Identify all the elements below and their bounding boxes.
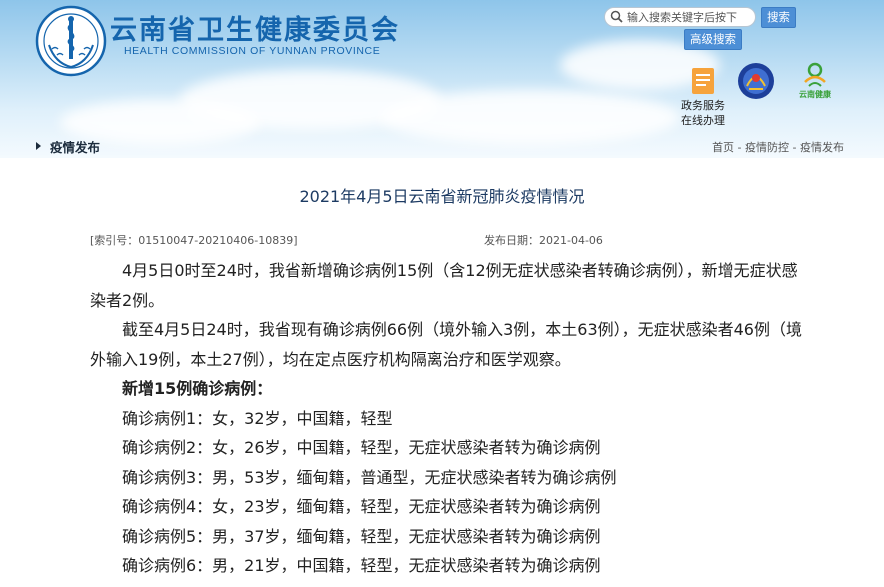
search-input[interactable]	[627, 9, 751, 25]
case-item: 确诊病例3：男，53岁，缅甸籍，普通型，无症状感染者转为确诊病例	[122, 467, 617, 487]
index-number: [索引号：01510047-20210406-10839]	[90, 234, 298, 247]
site-title: 云南省卫生健康委员会	[110, 15, 400, 46]
article-body: 4月5日0时至24时，我省新增确诊病例15例（含12例无症状感染者转确诊病例），…	[90, 256, 810, 581]
breadcrumb: 首页 - 疫情防控 - 疫情发布	[712, 141, 844, 154]
gov-service-link[interactable]: 政务服务在线办理	[680, 66, 726, 128]
case-item: 确诊病例4：女，23岁，缅甸籍，轻型，无症状感染者转为确诊病例	[122, 497, 601, 516]
nav-bar: 疫情发布 首页 - 疫情防控 - 疫情发布	[0, 132, 884, 158]
section-subheading: 新增15例确诊病例：	[122, 379, 273, 398]
article-title: 2021年4月5日云南省新冠肺炎疫情情况	[299, 187, 585, 206]
breadcrumb-epidemic-control[interactable]: 疫情防控	[745, 141, 789, 154]
publish-date: 发布日期：2021-04-06	[484, 234, 603, 247]
advanced-search-button[interactable]: 高级搜索	[684, 29, 742, 50]
health-yunnan-icon	[804, 62, 826, 87]
case-item: 确诊病例2：女，26岁，中国籍，轻型，无症状感染者转为确诊病例	[122, 438, 601, 457]
nav-current-section[interactable]: 疫情发布	[36, 137, 100, 156]
paragraph: 截至4月5日24时，我省现有确诊病例66例（境外输入3例，本土63例），无症状感…	[90, 320, 802, 369]
case-item: 确诊病例6：男，21岁，中国籍，轻型，无症状感染者转为确诊病例	[122, 556, 601, 575]
case-item: 确诊病例5：男，37岁，缅甸籍，轻型，无症状感染者转为确诊病例	[122, 526, 601, 546]
health-yunnan-label: 云南健康	[799, 90, 831, 99]
health-yunnan-link[interactable]: 云南健康	[791, 60, 839, 100]
health-commission-logo-icon[interactable]	[35, 5, 107, 77]
breadcrumb-epidemic-release[interactable]: 疫情发布	[800, 141, 844, 154]
case-item: 确诊病例1：女，32岁，中国籍，轻型	[122, 408, 393, 428]
search-button[interactable]: 搜索	[761, 7, 796, 28]
paragraph: 4月5日0时至24时，我省新增确诊病例15例（含12例无症状感染者转确诊病例），…	[90, 261, 798, 310]
search-box	[604, 7, 756, 27]
gov-service-label: 政务服务在线办理	[681, 99, 725, 127]
site-subtitle: HEALTH COMMISSION OF YUNNAN PROVINCE	[124, 45, 381, 57]
search-icon	[610, 10, 623, 23]
national-emblem-icon[interactable]	[737, 62, 775, 100]
breadcrumb-home[interactable]: 首页	[712, 141, 734, 154]
document-service-icon	[692, 68, 714, 94]
